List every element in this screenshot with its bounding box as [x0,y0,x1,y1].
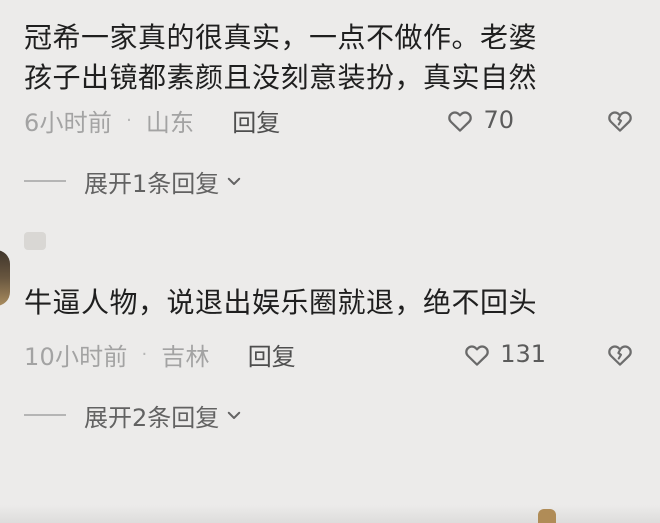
comment-2-expand-label: 展开2条回复 [84,403,220,432]
heart-icon [462,339,492,369]
meta-separator: · [141,343,148,365]
comment-1-like-count: 70 [483,106,514,134]
comment-2-meta: 10小时前 · 吉林 回复 131 [24,336,638,372]
broken-heart-icon [605,105,635,135]
chevron-down-icon [225,406,243,424]
comment-1-location: 山东 [145,108,195,137]
comment-1-text: 冠希一家真的很真实，一点不做作。老婆 孩子出镜都素颜且没刻意装扮，真实自然 [24,21,538,94]
avatar [0,250,10,306]
comment-2-like-count: 131 [500,340,546,368]
reply-divider-line [24,414,66,416]
comment-1-dislike-button[interactable] [602,102,638,138]
comment-1-time: 6小时前 [24,108,113,137]
comment-2-expand-replies[interactable]: 展开2条回复 [24,397,243,433]
comment-2-location: 吉林 [161,342,210,371]
comment-2-reply-button[interactable]: 回复 [248,337,296,372]
partial-avatar-edge [538,509,556,523]
comment-2-like-button[interactable]: 131 [462,336,546,372]
reply-divider-line [24,180,66,182]
comment-1-like-button[interactable]: 70 [445,102,514,138]
comment-1-reply-button[interactable]: 回复 [232,103,280,138]
comment-2-text: 牛逼人物，说退出娱乐圈就退，绝不回头 [24,286,538,319]
bottom-fade [0,505,660,523]
comment-2-dislike-button[interactable] [602,336,638,372]
comment-2-time: 10小时前 [24,342,128,371]
meta-separator: · [126,109,132,131]
comment-1-expand-label: 展开1条回复 [84,169,220,198]
comment-1-expand-replies[interactable]: 展开1条回复 [24,163,243,199]
comment-1-meta: 6小时前 · 山东 回复 70 [24,102,638,138]
heart-icon [445,105,475,135]
avatar-placeholder [24,232,46,250]
broken-heart-icon [605,339,635,369]
chevron-down-icon [225,172,243,190]
